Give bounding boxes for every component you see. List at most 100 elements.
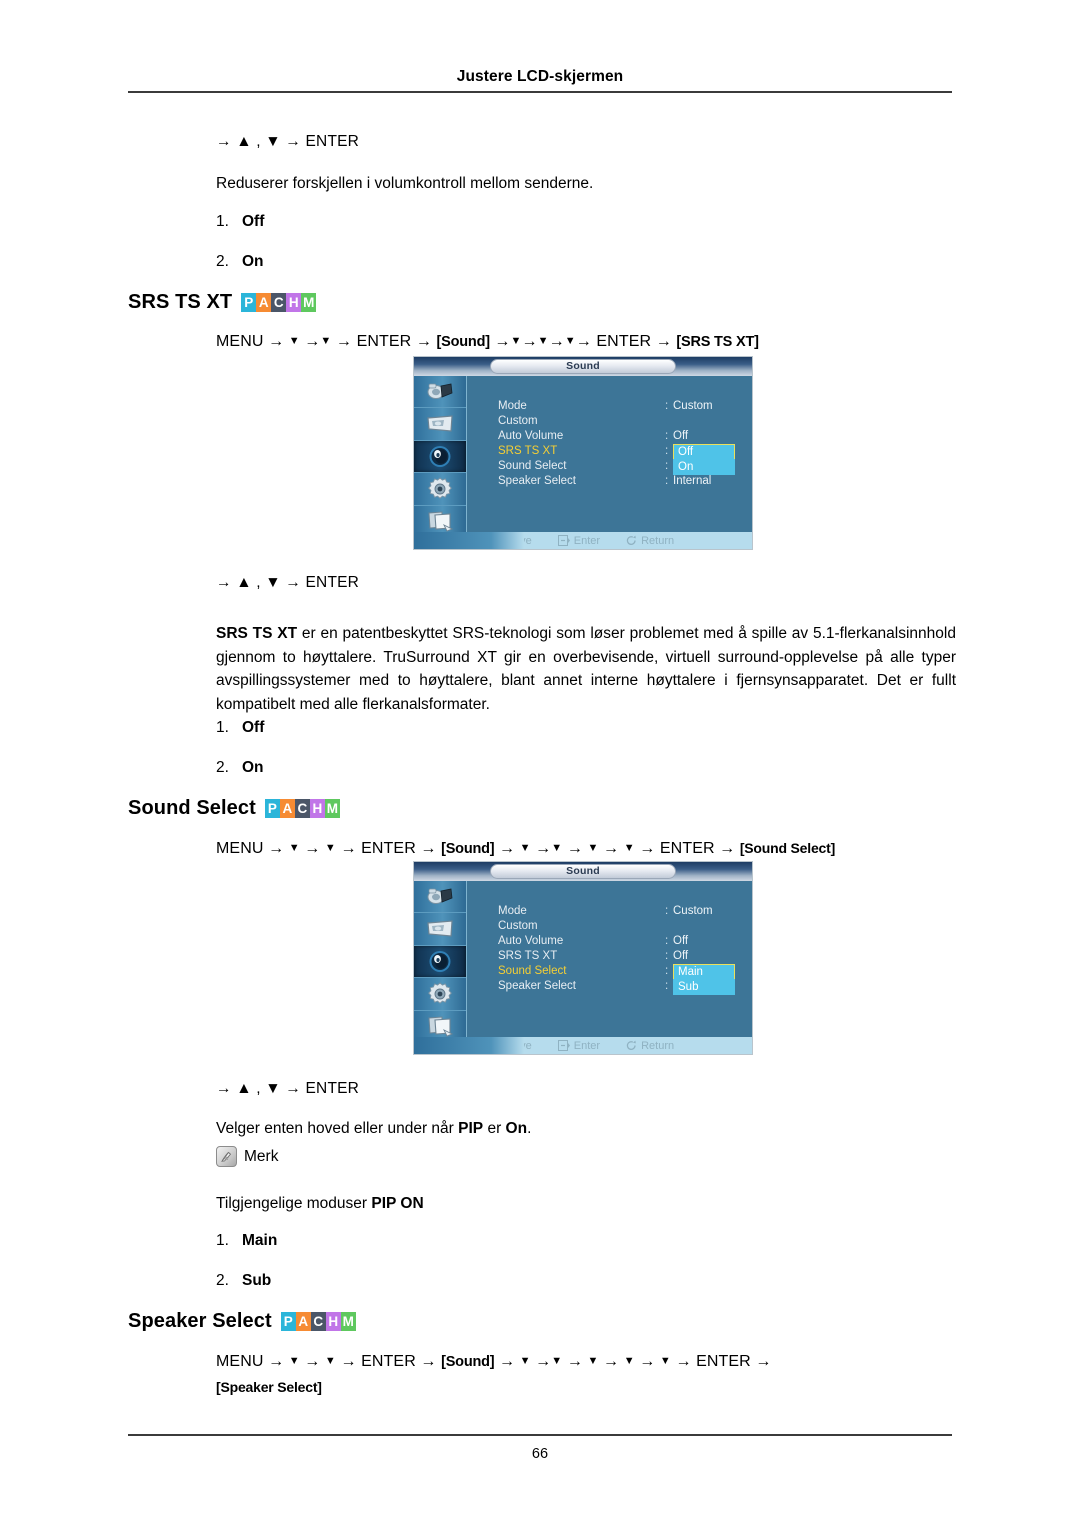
osd-row-value-selected[interactable]: Main (673, 964, 735, 980)
osd-sidebar-item-input[interactable] (414, 881, 466, 914)
osd-row-label[interactable]: Custom (498, 919, 538, 934)
menu-path-end-tag: [Sound Select] (739, 840, 836, 856)
osd-row-label[interactable]: Mode (498, 399, 527, 414)
osd-row-colon: : (665, 905, 669, 917)
osd-row-label[interactable]: SRS TS XT (498, 949, 557, 964)
arrow-icon: → (494, 333, 511, 350)
osd-row-label[interactable]: Mode (498, 904, 527, 919)
osd-sidebar (414, 881, 467, 1037)
osd-row-value[interactable]: Custom (673, 904, 713, 919)
osd-row-value[interactable]: Off (673, 934, 688, 949)
list-value: Off (242, 213, 265, 230)
osd-row-label[interactable]: Speaker Select (498, 474, 576, 489)
badge-letter-a: A (295, 1312, 311, 1331)
menu-path-speaker-select-wrap: [Speaker Select] (216, 1379, 322, 1397)
osd-row-value-selected[interactable]: Off (673, 444, 735, 460)
chevron-down-icon: ▼ (519, 842, 531, 854)
menu-path-sound-select: MENU → ▼ → ▼ → ENTER → [Sound] → ▼ →▼ → … (216, 840, 835, 858)
osd-row-colon: : (665, 965, 669, 977)
osd-row-colon: : (665, 935, 669, 947)
camera-input-icon (427, 383, 453, 400)
list-value: On (242, 759, 264, 776)
osd-row-colon: : (665, 430, 669, 442)
sound-select-description: Velger enten hoved eller under når PIP e… (216, 1118, 531, 1140)
menu-path-enter-1: ENTER (361, 840, 416, 857)
section-heading-srs-ts-xt: SRS TS XT P A C H M (128, 291, 317, 314)
osd-footer-notch (414, 1037, 524, 1054)
arrow-icon: → (639, 840, 656, 857)
osd-row-label[interactable]: Auto Volume (498, 429, 563, 444)
osd-sidebar-item-picture[interactable] (414, 408, 466, 441)
osd-row-label[interactable]: Speaker Select (498, 979, 576, 994)
sound-speaker-icon (429, 950, 451, 972)
osd-title-bar: Sound (414, 357, 752, 376)
arrow-icon: → (675, 1353, 692, 1370)
pachm-badge: P A C H M (280, 1312, 356, 1331)
chevron-down-icon: ▼ (288, 335, 300, 347)
badge-letter-m: M (324, 799, 340, 818)
arrow-icon: → (521, 333, 538, 350)
badge-letter-p: P (280, 1312, 296, 1331)
osd-footer-notch (414, 532, 524, 549)
osd-footer-return[interactable]: Return (626, 535, 674, 547)
list-value: Off (242, 719, 265, 736)
osd-footer: Move Enter Return (414, 1037, 752, 1054)
menu-path-start: MENU (216, 333, 264, 350)
arrow-icon: → (719, 840, 736, 857)
osd-row-colon: : (665, 400, 669, 412)
osd-row-label[interactable]: Auto Volume (498, 934, 563, 949)
heading-text: Speaker Select (128, 1310, 272, 1332)
list-number: 2. (216, 1272, 229, 1289)
chevron-down-icon: ▼ (324, 1355, 336, 1367)
osd-row-label-active[interactable]: Sound Select (498, 964, 566, 979)
osd-row-value-highlighted[interactable]: Sub (673, 979, 735, 995)
arrow-icon: → (603, 1353, 620, 1370)
list-value: Sub (242, 1272, 272, 1289)
osd-sidebar-item-sound[interactable] (414, 945, 466, 979)
osd-row-label-active[interactable]: SRS TS XT (498, 444, 557, 459)
srs-paragraph-bold: SRS TS XT (216, 625, 298, 642)
heading-text: Sound Select (128, 797, 256, 819)
osd-sidebar-item-setup[interactable] (414, 978, 466, 1011)
badge-letter-p: P (264, 799, 280, 818)
picture-monitor-icon (427, 414, 453, 432)
multi-screen-icon (428, 511, 454, 532)
chevron-down-icon: ▼ (537, 335, 549, 347)
osd-row-value-highlighted[interactable]: On (673, 459, 735, 475)
osd-screenshot-sound-select: Sound Mode: Custom Custom Auto Volume:… (413, 861, 753, 1055)
osd-footer-enter[interactable]: Enter (557, 1039, 601, 1052)
osd-footer: Move Enter Return (414, 532, 752, 549)
return-icon (626, 535, 636, 545)
chevron-down-icon: ▼ (324, 842, 336, 854)
osd-row-value[interactable]: Internal (673, 474, 711, 489)
manual-page: Justere LCD-skjermen → ▲ , ▼ → ENTER Red… (0, 0, 1080, 1527)
badge-letter-c: C (294, 799, 310, 818)
osd-title-bar: Sound (414, 862, 752, 881)
chevron-down-icon: ▼ (519, 1355, 531, 1367)
list-item: 2. On (216, 253, 264, 271)
osd-row-label[interactable]: Custom (498, 414, 538, 429)
srs-paragraph-text: er en patentbeskyttet SRS-teknologi som … (216, 625, 956, 714)
osd-footer-enter[interactable]: Enter (557, 535, 600, 547)
osd-row-label[interactable]: Sound Select (498, 459, 566, 474)
osd-footer-return[interactable]: Return (626, 1040, 674, 1052)
arrow-icon: → (304, 333, 321, 350)
section-heading-speaker-select: Speaker Select P A C H M (128, 1310, 356, 1333)
arrow-icon: → (498, 840, 516, 857)
menu-path-speaker-select: MENU → ▼ → ▼ → ENTER → [Sound] → ▼ →▼ → … (216, 1353, 771, 1371)
osd-row-value[interactable]: Off (673, 429, 688, 444)
description-post: . (527, 1120, 532, 1137)
list-item: 2. On (216, 759, 264, 777)
osd-row-value[interactable]: Off (673, 949, 688, 964)
badge-letter-c: C (271, 293, 287, 312)
arrow-icon: → (268, 1353, 285, 1370)
page-header-title: Justere LCD-skjermen (456, 68, 624, 85)
osd-sidebar-item-input[interactable] (414, 376, 466, 409)
arrow-icon: → (304, 1353, 321, 1370)
osd-row-value[interactable]: Custom (673, 399, 713, 414)
arrow-icon: → (268, 333, 285, 350)
osd-sidebar-item-sound[interactable] (414, 440, 466, 474)
osd-footer-label: Enter (573, 1039, 601, 1052)
osd-sidebar-item-picture[interactable] (414, 913, 466, 946)
osd-sidebar-item-setup[interactable] (414, 473, 466, 506)
